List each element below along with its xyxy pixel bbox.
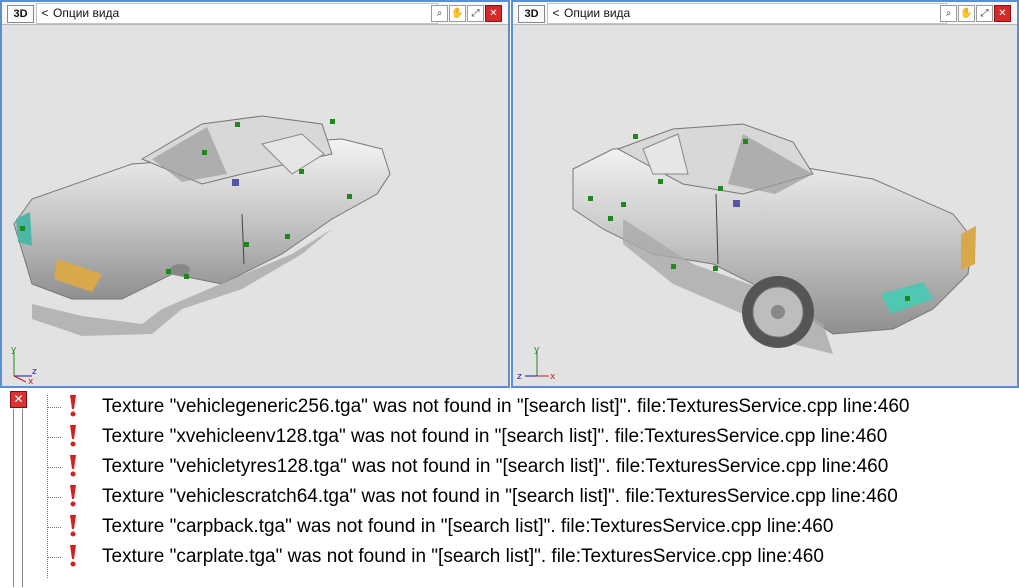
- close-log-icon[interactable]: ✕: [10, 391, 27, 408]
- close-view-icon[interactable]: ✕: [485, 5, 502, 22]
- view-mode-button[interactable]: 3D: [7, 5, 34, 23]
- log-entry[interactable]: Texture "xvehicleenv128.tga" was not fou…: [47, 422, 1007, 452]
- axis-gizmo: y z x: [11, 345, 37, 384]
- car-body: [572, 123, 976, 354]
- view-mode-button[interactable]: 3D: [518, 5, 545, 23]
- log-entry[interactable]: Texture "vehiclegeneric256.tga" was not …: [47, 392, 1007, 422]
- log-message: Texture "vehiclescratch64.tga" was not f…: [102, 486, 898, 507]
- pan-hand-icon[interactable]: ✋: [958, 5, 975, 22]
- axis-y-label: y: [534, 345, 540, 355]
- view-options-menu[interactable]: < Опции вида: [36, 3, 438, 24]
- axis-z-label: z: [32, 367, 37, 377]
- log-message: Texture "vehiclegeneric256.tga" was not …: [102, 396, 910, 417]
- error-icon: [70, 425, 76, 447]
- maximize-icon[interactable]: ⤢: [976, 5, 993, 22]
- view-options-label: Опции вида: [564, 6, 631, 20]
- viewport-header: 3D < Опции вида ⌕ ✋ ⤢ ✕: [513, 2, 1017, 25]
- log-message: Texture "carpback.tga" was not found in …: [102, 516, 834, 537]
- zoom-icon[interactable]: ⌕: [431, 5, 448, 22]
- error-icon: [70, 455, 76, 477]
- pan-hand-icon[interactable]: ✋: [449, 5, 466, 22]
- tree-connector: [47, 527, 61, 528]
- axis-z-label: z: [517, 372, 522, 382]
- tree-connector: [47, 557, 61, 558]
- log-entry[interactable]: Texture "vehicletyres128.tga" was not fo…: [47, 452, 1007, 482]
- zoom-icon[interactable]: ⌕: [940, 5, 957, 22]
- view-options-menu[interactable]: < Опции вида: [547, 3, 947, 24]
- log-entry[interactable]: Texture "vehiclescratch64.tga" was not f…: [47, 482, 1007, 512]
- tree-connector: [47, 407, 61, 408]
- chevron-left-icon: <: [552, 6, 560, 20]
- car-model-render[interactable]: [2, 24, 508, 386]
- log-message: Texture "vehicletyres128.tga" was not fo…: [102, 456, 889, 477]
- log-scroll-rail[interactable]: [13, 409, 23, 587]
- axis-x-label: x: [28, 377, 34, 384]
- viewport-header: 3D < Опции вида ⌕ ✋ ⤢ ✕: [2, 2, 508, 25]
- axis-y-label: y: [11, 345, 17, 355]
- viewport-right[interactable]: 3D < Опции вида ⌕ ✋ ⤢ ✕ y z x: [511, 0, 1019, 388]
- tree-connector: [47, 437, 61, 438]
- axis-gizmo: y z x: [517, 345, 556, 382]
- viewport-toolbar: ⌕ ✋ ⤢ ✕: [431, 5, 502, 22]
- car-body: [13, 115, 391, 336]
- chevron-left-icon: <: [41, 6, 49, 20]
- close-view-icon[interactable]: ✕: [994, 5, 1011, 22]
- tree-connector: [47, 497, 61, 498]
- error-icon: [70, 545, 76, 567]
- tree-connector: [47, 467, 61, 468]
- error-icon: [70, 485, 76, 507]
- log-panel: ✕ Texture "vehiclegeneric256.tga" was no…: [0, 389, 1019, 588]
- error-icon: [70, 395, 76, 417]
- axis-x-label: x: [550, 372, 556, 382]
- log-message: Texture "xvehicleenv128.tga" was not fou…: [102, 426, 888, 447]
- viewport-left[interactable]: 3D < Опции вида ⌕ ✋ ⤢ ✕ y z x: [0, 0, 510, 388]
- log-entry[interactable]: Texture "carplate.tga" was not found in …: [47, 542, 1007, 572]
- view-options-label: Опции вида: [53, 6, 120, 20]
- maximize-icon[interactable]: ⤢: [467, 5, 484, 22]
- log-message: Texture "carplate.tga" was not found in …: [102, 546, 824, 567]
- log-entry[interactable]: Texture "carpback.tga" was not found in …: [47, 512, 1007, 542]
- car-model-render[interactable]: [513, 24, 1017, 386]
- error-icon: [70, 515, 76, 537]
- viewport-toolbar: ⌕ ✋ ⤢ ✕: [940, 5, 1011, 22]
